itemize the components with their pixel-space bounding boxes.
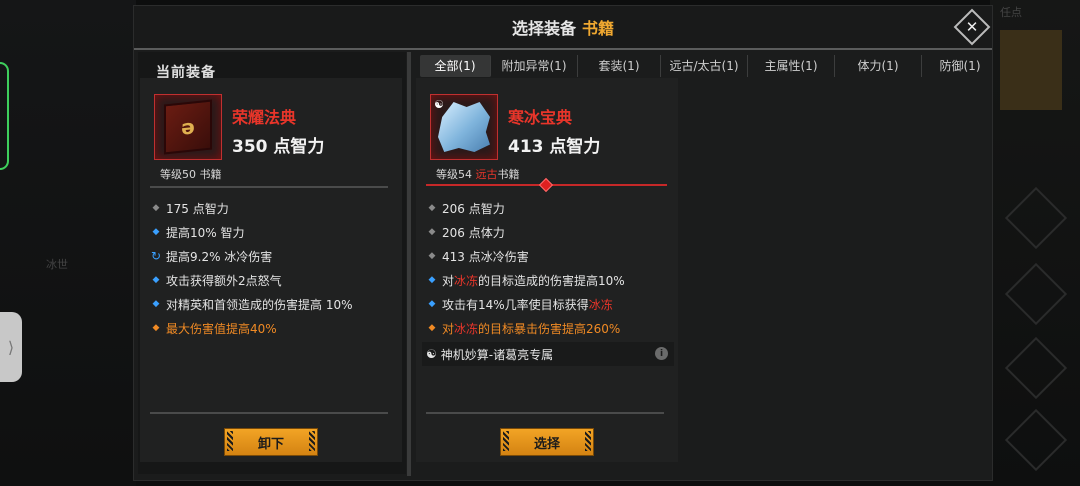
item-name: 寒冰宝典 — [508, 108, 573, 127]
attribute-row: ◆ 攻击有14%几率使目标获得 冰冻 — [426, 292, 674, 316]
title-category: 书籍 — [582, 19, 615, 38]
attribute-row: ◆ 攻击获得额外2点怒气 — [150, 268, 398, 292]
tab-set[interactable]: 套装(1) — [578, 55, 661, 77]
attribute-list: ◆ 206 点智力 ◆ 206 点体力 ◆ 413 点冰冷伤害 ◆ 对冰冻 的目标造成的伤害提高… — [426, 196, 674, 340]
status-keyword: 冰冻 — [454, 273, 479, 288]
attribute-row: ◆ 最大伤害值提高40% — [150, 316, 398, 340]
info-icon[interactable]: i — [655, 347, 668, 360]
attribute-row: ◆ 206 点体力 — [426, 220, 674, 244]
close-icon: ✕ — [965, 18, 979, 36]
diamond-bullet-icon: ◆ — [428, 275, 436, 285]
attribute-row: ◆ 206 点智力 — [426, 196, 674, 220]
diamond-bullet-icon: ◆ — [152, 203, 160, 213]
item-level: 等级54 远古书籍 — [436, 166, 520, 182]
status-keyword: 冰冻 — [454, 321, 479, 336]
diamond-bullet-icon: ◆ — [428, 323, 436, 333]
attribute-row: ◆ 413 点冰冷伤害 — [426, 244, 674, 268]
attribute-text: 175 点智力 — [166, 201, 229, 216]
side-panel-edge[interactable] — [0, 62, 9, 170]
title-prefix: 选择装备 — [511, 19, 576, 38]
item-icon-frame[interactable]: ǝ — [154, 94, 222, 160]
attribute-text: 对 — [442, 321, 455, 336]
unequip-button[interactable]: 卸下 — [224, 428, 318, 456]
attribute-row: ◆ 对冰冻 的目标造成的伤害提高10% — [426, 268, 674, 292]
diamond-bullet-icon: ◆ — [428, 299, 436, 309]
separator — [426, 412, 664, 414]
candidate-item-card[interactable]: ☯ 寒冰宝典 413 点智力 等级54 远古书籍 ◆ 206 点智力 ◆ 206 点体… — [416, 78, 678, 462]
book-icon: ǝ — [164, 99, 212, 155]
diamond-bullet-icon: ◆ — [152, 299, 160, 309]
diamond-bullet-icon: ◆ — [152, 275, 160, 285]
background-label: 任点 — [1000, 6, 1022, 19]
yin-yang-icon: ☯ — [434, 98, 444, 111]
select-button[interactable]: 选择 — [500, 428, 594, 456]
tab-vitality[interactable]: 体力(1) — [835, 55, 922, 77]
attribute-text: 提高9.2% 冰冷伤害 — [166, 249, 273, 264]
current-item-card: ǝ 荣耀法典 350 点智力 等级50 书籍 ◆ 175 点智力 ◆ 提高10% 智力… — [140, 78, 402, 462]
attribute-row: ◆ 对精英和首领造成的伤害提高 10% — [150, 292, 398, 316]
ice-book-icon — [438, 102, 490, 152]
close-button[interactable]: ✕ — [953, 8, 991, 46]
attribute-text: 206 点智力 — [442, 201, 505, 216]
item-main-stat: 413 点智力 — [508, 137, 601, 157]
attribute-text: 206 点体力 — [442, 225, 505, 240]
special-label: 神机妙算-诸葛亮专属 — [440, 347, 554, 362]
status-keyword: 冰冻 — [588, 297, 613, 312]
attribute-text: 攻击有14%几率使目标获得 — [442, 297, 589, 312]
attribute-text: 对精英和首领造成的伤害提高 10% — [166, 297, 353, 312]
side-expand-tab[interactable]: ⟩ — [0, 312, 22, 382]
rarity-label: 远古 — [475, 168, 498, 181]
tab-ancient[interactable]: 远古/太古(1) — [661, 55, 748, 77]
attribute-row: ↻ 提高9.2% 冰冷伤害 — [150, 244, 398, 268]
separator — [150, 186, 388, 188]
item-level: 等级50 书籍 — [160, 168, 222, 181]
attribute-text: 最大伤害值提高40% — [166, 321, 277, 336]
item-type: 书籍 — [497, 168, 520, 181]
item-icon-frame[interactable]: ☯ — [430, 94, 498, 160]
attribute-row: ◆ 175 点智力 — [150, 196, 398, 220]
attribute-row: ◆ 提高10% 智力 — [150, 220, 398, 244]
level-prefix: 等级54 — [436, 168, 472, 181]
attribute-text: 413 点冰冷伤害 — [442, 249, 529, 264]
background-label: 冰世 — [46, 258, 68, 271]
attribute-row: ◆ 对冰冻 的目标暴击伤害提高260% — [426, 316, 674, 340]
diamond-bullet-icon: ◆ — [428, 251, 436, 261]
special-set-row[interactable]: ☯ 神机妙算-诸葛亮专属 i — [422, 342, 674, 366]
background-left — [0, 0, 136, 486]
cycle-icon: ↻ — [150, 249, 162, 263]
panel-divider — [407, 52, 411, 476]
diamond-bullet-icon: ◆ — [152, 323, 160, 333]
tab-main-stat[interactable]: 主属性(1) — [748, 55, 835, 77]
tab-all[interactable]: 全部(1) — [420, 55, 491, 77]
diamond-bullet-icon — [538, 177, 554, 193]
attribute-text: 对 — [442, 273, 455, 288]
attribute-text: 的目标造成的伤害提高10% — [478, 273, 625, 288]
diamond-bullet-icon: ◆ — [428, 203, 436, 213]
diamond-bullet-icon: ◆ — [152, 227, 160, 237]
attribute-text: 提高10% 智力 — [166, 225, 245, 240]
chevron-right-icon: ⟩ — [7, 337, 15, 357]
dialog-title: 选择装备 书籍 — [134, 6, 992, 50]
filter-tabs: 全部(1) 附加异常(1) 套装(1) 远古/太古(1) 主属性(1) 体力(1… — [420, 53, 998, 79]
attribute-list: ◆ 175 点智力 ◆ 提高10% 智力 ↻ 提高9.2% 冰冷伤害 ◆ 攻击获得额外2点怒气… — [150, 196, 398, 340]
item-name: 荣耀法典 — [232, 108, 297, 127]
separator — [150, 412, 388, 414]
yin-yang-icon: ☯ — [426, 347, 437, 361]
tab-affix[interactable]: 附加异常(1) — [491, 55, 578, 77]
item-main-stat: 350 点智力 — [232, 137, 325, 157]
attribute-text: 的目标暴击伤害提高260% — [478, 321, 621, 336]
background-map — [1000, 30, 1062, 110]
attribute-text: 攻击获得额外2点怒气 — [166, 273, 282, 288]
tab-defense[interactable]: 防御(1) — [922, 55, 998, 77]
diamond-bullet-icon: ◆ — [428, 227, 436, 237]
